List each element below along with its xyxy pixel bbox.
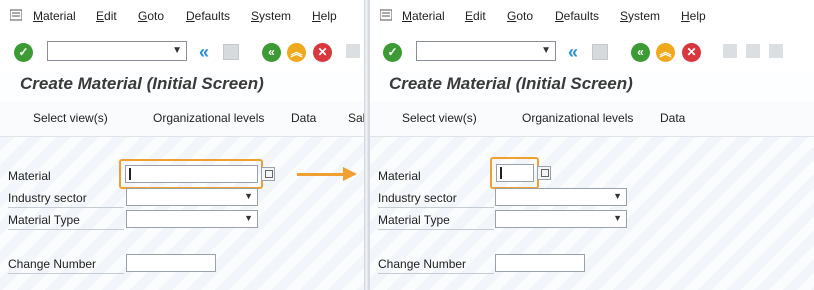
change-number-input[interactable] — [126, 254, 216, 272]
transition-arrow — [297, 173, 347, 176]
material-label: Material — [8, 169, 51, 183]
enter-check-icon[interactable]: ✓ — [14, 43, 33, 62]
change-number-label: Change Number — [378, 257, 494, 274]
save-icon[interactable] — [592, 44, 608, 60]
back-double-arrow-icon[interactable]: « — [199, 42, 209, 63]
application-toolbar: Select view(s) Organizational levels Dat… — [370, 102, 814, 137]
sales-button[interactable]: Sale — [348, 111, 364, 125]
data-button[interactable]: Data — [660, 111, 685, 125]
text-cursor — [129, 168, 131, 180]
menu-goto[interactable]: Goto — [138, 9, 164, 23]
menu-goto[interactable]: Goto — [507, 9, 533, 23]
data-button[interactable]: Data — [291, 111, 316, 125]
menu-help[interactable]: Help — [681, 9, 706, 23]
page-title: Create Material (Initial Screen) — [389, 74, 633, 93]
change-number-input[interactable] — [495, 254, 585, 272]
chevron-down-icon: ▼ — [541, 45, 551, 56]
standard-toolbar: ✓ ▼ « « ︽ ✕ — [0, 32, 364, 72]
print-icon[interactable] — [723, 44, 737, 58]
standard-toolbar: ✓ ▼ « « ︽ ✕ — [370, 32, 814, 72]
menu-icon[interactable] — [380, 9, 392, 21]
material-type-select[interactable]: ▼ — [495, 210, 627, 228]
find-icon[interactable] — [746, 44, 760, 58]
chevron-down-icon: ▼ — [244, 191, 253, 201]
material-type-select[interactable]: ▼ — [126, 210, 258, 228]
industry-sector-label: Industry sector — [378, 191, 494, 208]
command-field[interactable]: ▼ — [416, 41, 556, 61]
change-number-label: Change Number — [8, 257, 124, 274]
industry-sector-label: Industry sector — [8, 191, 124, 208]
before-pane: Material Edit Goto Defaults System Help … — [0, 0, 364, 290]
value-help-icon[interactable] — [261, 167, 275, 181]
menu-defaults[interactable]: Defaults — [555, 9, 599, 23]
menu-material[interactable]: Material — [402, 9, 445, 23]
find-next-icon[interactable] — [769, 44, 783, 58]
exit-icon[interactable]: ︽ — [287, 43, 306, 62]
menu-help[interactable]: Help — [312, 9, 337, 23]
industry-sector-select[interactable]: ▼ — [126, 188, 258, 206]
industry-sector-select[interactable]: ▼ — [495, 188, 627, 206]
back-icon[interactable]: « — [262, 43, 281, 62]
select-views-button[interactable]: Select view(s) — [33, 111, 108, 125]
enter-check-icon[interactable]: ✓ — [383, 43, 402, 62]
menu-edit[interactable]: Edit — [96, 9, 117, 23]
chevron-down-icon: ▼ — [244, 213, 253, 223]
arrow-head-icon — [343, 167, 357, 181]
application-toolbar: Select view(s) Organizational levels Dat… — [0, 102, 364, 137]
back-double-arrow-icon[interactable]: « — [568, 42, 578, 63]
command-field[interactable]: ▼ — [47, 41, 187, 61]
select-views-button[interactable]: Select view(s) — [402, 111, 477, 125]
value-help-icon[interactable] — [537, 166, 551, 180]
menu-defaults[interactable]: Defaults — [186, 9, 230, 23]
org-levels-button[interactable]: Organizational levels — [153, 111, 264, 125]
material-label: Material — [378, 169, 421, 183]
exit-icon[interactable]: ︽ — [656, 43, 675, 62]
after-pane: Material Edit Goto Defaults System Help … — [369, 0, 814, 290]
print-icon[interactable] — [346, 44, 360, 58]
menu-bar: Material Edit Goto Defaults System Help — [0, 0, 364, 32]
menu-system[interactable]: System — [251, 9, 291, 23]
cancel-icon[interactable]: ✕ — [313, 43, 332, 62]
chevron-down-icon: ▼ — [613, 191, 622, 201]
menu-icon[interactable] — [10, 9, 22, 21]
menu-bar: Material Edit Goto Defaults System Help — [370, 0, 814, 32]
chevron-down-icon: ▼ — [172, 45, 182, 56]
back-icon[interactable]: « — [631, 43, 650, 62]
page-title: Create Material (Initial Screen) — [20, 74, 264, 93]
cancel-icon[interactable]: ✕ — [682, 43, 701, 62]
menu-system[interactable]: System — [620, 9, 660, 23]
text-cursor — [500, 167, 502, 179]
org-levels-button[interactable]: Organizational levels — [522, 111, 633, 125]
save-icon[interactable] — [223, 44, 239, 60]
material-type-label: Material Type — [8, 213, 124, 230]
material-input[interactable] — [496, 164, 534, 182]
material-type-label: Material Type — [378, 213, 494, 230]
menu-material[interactable]: Material — [33, 9, 76, 23]
material-input[interactable] — [125, 165, 258, 183]
menu-edit[interactable]: Edit — [465, 9, 486, 23]
chevron-down-icon: ▼ — [613, 213, 622, 223]
